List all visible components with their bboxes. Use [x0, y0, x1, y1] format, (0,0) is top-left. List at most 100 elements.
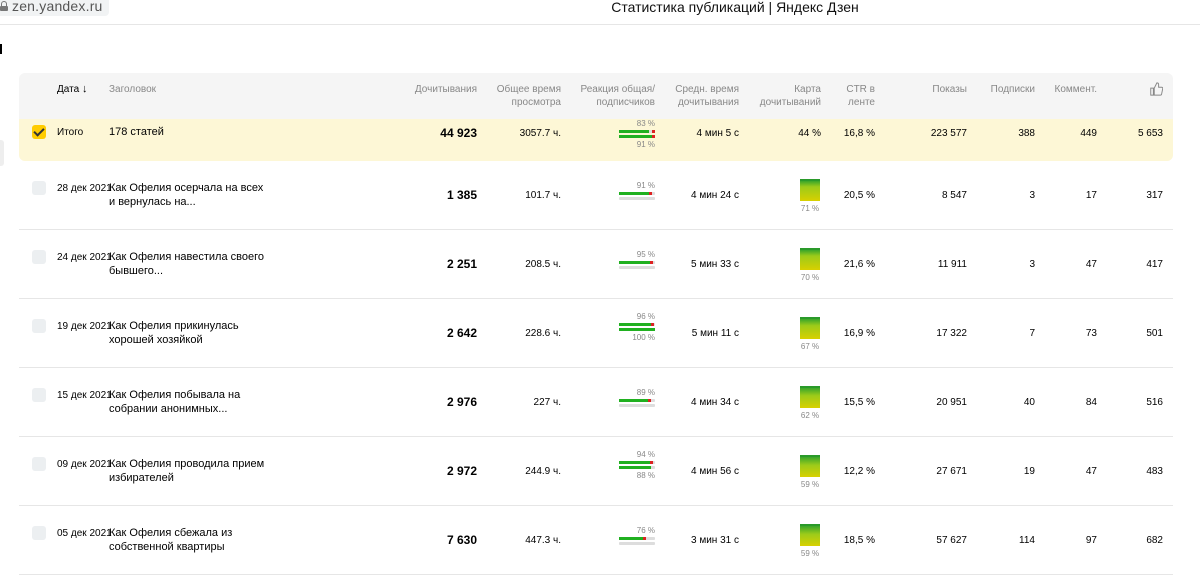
- heatmap-bar: [800, 179, 820, 201]
- row-view-time: 244.9 ч.: [525, 466, 561, 477]
- row-views: 20 951: [936, 397, 967, 408]
- total-ctr: 16,8 %: [843, 128, 875, 139]
- reaction-subs-bar: [619, 266, 655, 269]
- row-ctr: 20,5 %: [843, 190, 875, 201]
- row-title[interactable]: Как Офелия побывала на собрании анонимны…: [109, 388, 269, 416]
- row-checkbox[interactable]: [32, 388, 46, 402]
- reaction-all-label: 89 %: [636, 388, 655, 397]
- row-reaction: 95 %: [619, 250, 655, 271]
- total-heatmap: 44 %: [798, 128, 821, 139]
- row-reaction: 96 % 100 %: [619, 312, 655, 342]
- row-date: 09 дек 2021: [57, 459, 112, 470]
- header-views[interactable]: Показы: [899, 83, 967, 96]
- row-avg-time: 5 мин 11 с: [691, 328, 739, 339]
- reaction-all-bar: [619, 130, 655, 133]
- table-row[interactable]: 19 дек 2021 Как Офелия прикинулась хорош…: [19, 299, 1173, 368]
- row-reaction: 76 %: [619, 526, 655, 547]
- header-date[interactable]: Дата ↓: [57, 83, 117, 96]
- reaction-subs-label: 100 %: [632, 333, 655, 342]
- heatmap-bar: [800, 248, 820, 270]
- reaction-all-label: 91 %: [636, 181, 655, 190]
- row-ctr: 15,5 %: [843, 397, 875, 408]
- header-subs[interactable]: Подписки: [979, 83, 1035, 96]
- row-comments: 17: [1085, 190, 1097, 201]
- reaction-all-label: 95 %: [636, 250, 655, 259]
- row-avg-time: 4 мин 56 с: [690, 466, 739, 477]
- row-views: 57 627: [936, 535, 967, 546]
- row-title[interactable]: Как Офелия навестила своего бывшего...: [109, 250, 269, 278]
- row-title[interactable]: Как Офелия сбежала из собственной кварти…: [109, 526, 269, 554]
- row-view-time: 447.3 ч.: [525, 535, 561, 546]
- total-subs: 388: [1018, 128, 1035, 139]
- row-ctr: 16,9 %: [843, 328, 875, 339]
- table-row[interactable]: 09 дек 2021 Как Офелия проводила прием и…: [19, 437, 1173, 506]
- reaction-all-bar: [619, 461, 655, 464]
- row-checkbox[interactable]: [32, 181, 46, 195]
- row-comments: 47: [1085, 259, 1097, 270]
- reaction-all-label: 76 %: [636, 526, 655, 535]
- header-avg-time[interactable]: Средн. время дочитывания: [667, 83, 739, 109]
- heatmap-bar: [800, 386, 820, 408]
- row-views: 11 911: [937, 259, 967, 270]
- total-view-time: 3057.7 ч.: [519, 128, 561, 139]
- table-row[interactable]: 15 дек 2021 Как Офелия побывала на собра…: [19, 368, 1173, 437]
- reaction-subs-bar: [619, 404, 655, 407]
- side-tab[interactable]: [0, 140, 4, 166]
- total-likes: 5 653: [1137, 128, 1163, 139]
- browser-bar: zen.yandex.ru Статистика публикаций | Ян…: [0, 0, 1200, 25]
- header-view-time[interactable]: Общее время просмотра: [489, 83, 561, 109]
- heatmap-bar: [800, 455, 820, 477]
- row-avg-time: 5 мин 33 с: [690, 259, 739, 270]
- reaction-subs-bar: [619, 135, 655, 138]
- reaction-all-label: 96 %: [636, 312, 655, 321]
- row-view-time: 101.7 ч.: [525, 190, 561, 201]
- stats-table: Дата ↓ Заголовок Дочитывания Общее время…: [19, 73, 1173, 575]
- row-checkbox[interactable]: [32, 526, 46, 540]
- row-likes: 516: [1146, 397, 1163, 408]
- reaction-all-bar: [619, 323, 655, 326]
- row-comments: 84: [1085, 397, 1097, 408]
- reaction-subs-label: 88 %: [636, 471, 655, 480]
- table-row[interactable]: 24 дек 2021 Как Офелия навестила своего …: [19, 230, 1173, 299]
- row-title[interactable]: Как Офелия проводила прием избирателей: [109, 457, 269, 485]
- header-reads[interactable]: Дочитывания: [399, 83, 477, 96]
- reaction-subs-bar: [619, 466, 655, 469]
- row-view-time: 228.6 ч.: [525, 328, 561, 339]
- header-ctr[interactable]: CTR в ленте: [835, 83, 875, 109]
- row-subs: 114: [1019, 535, 1035, 546]
- table-header: Дата ↓ Заголовок Дочитывания Общее время…: [19, 73, 1173, 119]
- thumbs-up-icon[interactable]: [1149, 82, 1163, 96]
- header-heatmap[interactable]: Карта дочитываний: [749, 83, 821, 109]
- reaction-subs-bar: [619, 197, 655, 200]
- row-avg-time: 4 мин 34 с: [690, 397, 739, 408]
- row-likes: 417: [1146, 259, 1163, 270]
- row-likes: 682: [1146, 535, 1163, 546]
- row-reads: 2 251: [446, 257, 477, 271]
- total-checkbox[interactable]: [32, 125, 46, 139]
- row-title[interactable]: Как Офелия прикинулась хорошей хозяйкой: [109, 319, 269, 347]
- row-checkbox[interactable]: [32, 457, 46, 471]
- header-date-label: Дата: [57, 84, 80, 95]
- heatmap-label: 70 %: [800, 273, 820, 282]
- table-row[interactable]: 05 дек 2021 Как Офелия сбежала из собств…: [19, 506, 1173, 575]
- row-comments: 73: [1085, 328, 1097, 339]
- row-subs: 19: [1023, 466, 1035, 477]
- table-row[interactable]: 28 дек 2021 Как Офелия осерчала на всех …: [19, 161, 1173, 230]
- header-title[interactable]: Заголовок: [109, 83, 156, 96]
- row-reaction: 94 % 88 %: [619, 450, 655, 480]
- row-title[interactable]: Как Офелия осерчала на всех и вернулась …: [109, 181, 269, 209]
- total-reads: 44 923: [440, 126, 477, 140]
- heatmap-label: 59 %: [800, 480, 820, 489]
- row-views: 17 322: [936, 328, 967, 339]
- row-reads: 2 642: [446, 326, 477, 340]
- header-reaction[interactable]: Реакция общая/ подписчиков: [575, 83, 655, 109]
- row-reaction: 89 %: [619, 388, 655, 409]
- total-title: 178 статей: [109, 126, 164, 138]
- row-subs: 7: [1029, 328, 1035, 339]
- reaction-all-bar: [619, 192, 655, 195]
- heatmap-label: 62 %: [800, 411, 820, 420]
- row-checkbox[interactable]: [32, 319, 46, 333]
- row-checkbox[interactable]: [32, 250, 46, 264]
- row-likes: 317: [1146, 190, 1163, 201]
- header-comments[interactable]: Коммент.: [1045, 83, 1097, 96]
